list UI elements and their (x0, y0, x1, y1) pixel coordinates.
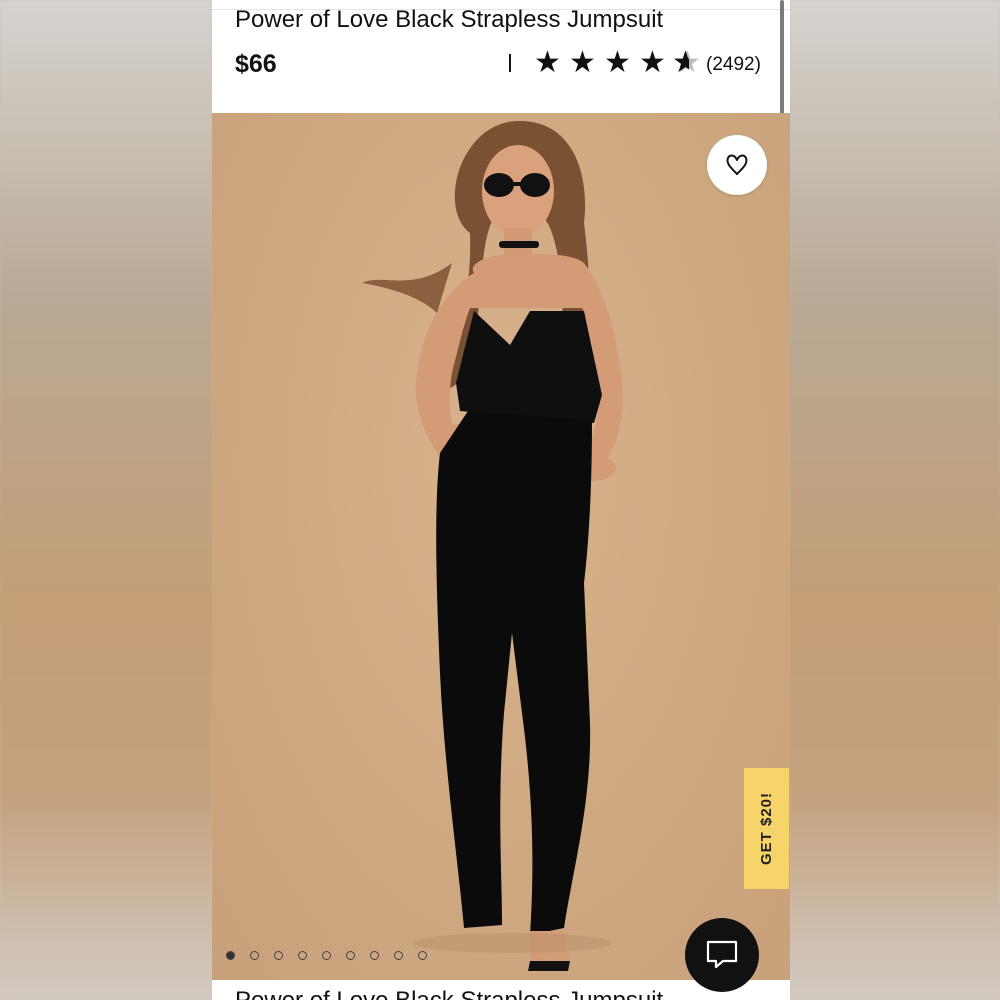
carousel-dot[interactable] (346, 951, 355, 960)
star-icon: ★ (639, 46, 666, 79)
star-icon: ★ (569, 46, 596, 79)
product-price: $66 (235, 50, 277, 78)
product-header: Power of Love Black Strapless Jumpsuit $… (212, 0, 790, 113)
rating-divider (509, 54, 511, 72)
rating-stars[interactable]: ★ ★ ★ ★ ★ ★ (532, 47, 703, 79)
product-title-repeat: Power of Love Black Strapless Jumpsuit (235, 987, 663, 1000)
phone-screen: Power of Love Black Strapless Jumpsuit $… (212, 0, 790, 1000)
carousel-dot[interactable] (226, 951, 235, 960)
promo-label: GET $20! (758, 791, 775, 866)
heart-icon (726, 154, 748, 175)
carousel-dot[interactable] (418, 951, 427, 960)
promo-tab[interactable]: GET $20! (744, 768, 789, 889)
carousel-dot[interactable] (322, 951, 331, 960)
half-star-icon: ★ ★ (672, 46, 701, 79)
product-image[interactable]: GET $20! (212, 113, 790, 980)
carousel-dots[interactable] (226, 951, 427, 960)
carousel-dot[interactable] (394, 951, 403, 960)
model-photo (362, 120, 623, 971)
product-title: Power of Love Black Strapless Jumpsuit (235, 6, 664, 33)
star-icon: ★ (604, 46, 631, 79)
carousel-dot[interactable] (274, 951, 283, 960)
review-count[interactable]: (2492) (706, 54, 761, 76)
chat-bubble-icon (706, 940, 738, 969)
background-blur-right (790, 0, 1000, 1000)
wishlist-button[interactable] (707, 135, 767, 195)
carousel-dot[interactable] (370, 951, 379, 960)
carousel-dot[interactable] (250, 951, 259, 960)
star-icon: ★ (534, 46, 561, 79)
background-blur-left (0, 0, 212, 1000)
carousel-dot[interactable] (298, 951, 307, 960)
chat-button[interactable] (685, 918, 759, 992)
